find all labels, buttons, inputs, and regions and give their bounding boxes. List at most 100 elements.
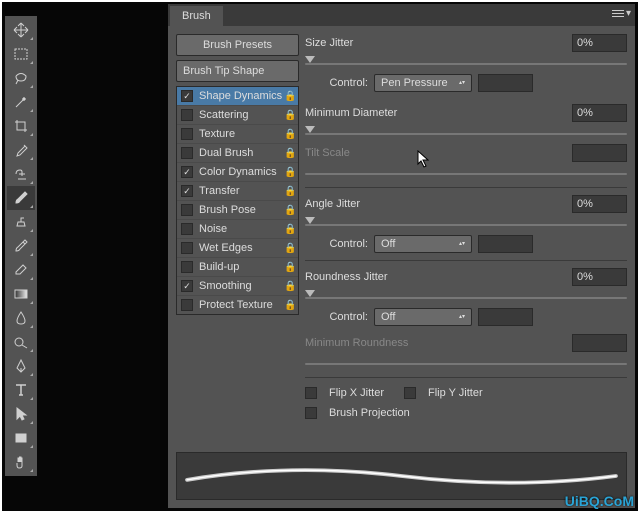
size-jitter-control-extra <box>478 74 533 92</box>
brush-option-protect-texture[interactable]: Protect Texture🔒 <box>177 296 298 314</box>
tilt-scale-slider <box>305 166 627 178</box>
flip-x-jitter-checkbox[interactable] <box>305 387 317 399</box>
lock-icon[interactable]: 🔒 <box>284 281 294 291</box>
brush-panel: Brush ▾ Brush Presets Brush Tip Shape Sh… <box>168 4 635 508</box>
lock-icon[interactable]: 🔒 <box>284 110 294 120</box>
brush-option-label: Scattering <box>199 109 284 121</box>
history-brush-tool[interactable] <box>7 234 35 258</box>
lock-icon[interactable]: 🔒 <box>284 300 294 310</box>
path-selection-tool[interactable] <box>7 402 35 426</box>
brush-option-transfer[interactable]: Transfer🔒 <box>177 182 298 201</box>
brush-option-label: Brush Pose <box>199 204 284 216</box>
brush-option-texture[interactable]: Texture🔒 <box>177 125 298 144</box>
brush-options-list: Shape Dynamics🔒Scattering🔒Texture🔒Dual B… <box>176 86 299 315</box>
brush-option-checkbox[interactable] <box>181 109 193 121</box>
brush-option-dual-brush[interactable]: Dual Brush🔒 <box>177 144 298 163</box>
brush-option-checkbox[interactable] <box>181 261 193 273</box>
roundness-jitter-control-extra <box>478 308 533 326</box>
brush-option-checkbox[interactable] <box>181 204 193 216</box>
blur-tool[interactable] <box>7 306 35 330</box>
brush-projection-checkbox[interactable] <box>305 407 317 419</box>
lock-icon[interactable]: 🔒 <box>284 129 294 139</box>
lasso-tool[interactable] <box>7 66 35 90</box>
brush-option-label: Texture <box>199 128 284 140</box>
lock-icon[interactable]: 🔒 <box>284 205 294 215</box>
gradient-tool[interactable] <box>7 282 35 306</box>
magic-wand-tool[interactable] <box>7 90 35 114</box>
brush-option-label: Shape Dynamics <box>199 90 284 102</box>
brush-option-color-dynamics[interactable]: Color Dynamics🔒 <box>177 163 298 182</box>
dodge-tool[interactable] <box>7 330 35 354</box>
tools-panel <box>5 16 37 476</box>
move-tool[interactable] <box>7 18 35 42</box>
lock-icon[interactable]: 🔒 <box>284 224 294 234</box>
min-diameter-label: Minimum Diameter <box>305 107 566 119</box>
angle-jitter-label: Angle Jitter <box>305 198 566 210</box>
roundness-jitter-slider[interactable] <box>305 290 627 302</box>
brush-option-label: Color Dynamics <box>199 166 284 178</box>
healing-brush-tool[interactable] <box>7 162 35 186</box>
clone-stamp-tool[interactable] <box>7 210 35 234</box>
lock-icon[interactable]: 🔒 <box>284 243 294 253</box>
brush-presets-button[interactable]: Brush Presets <box>176 34 299 56</box>
crop-tool[interactable] <box>7 114 35 138</box>
size-jitter-control-dropdown[interactable]: Pen Pressure▴▾ <box>374 74 472 92</box>
roundness-jitter-label: Roundness Jitter <box>305 271 566 283</box>
size-jitter-slider[interactable] <box>305 56 627 68</box>
eyedropper-tool[interactable] <box>7 138 35 162</box>
panel-menu-icon[interactable]: ▾ <box>612 8 631 19</box>
brush-option-noise[interactable]: Noise🔒 <box>177 220 298 239</box>
min-roundness-value <box>572 334 627 352</box>
brush-tool[interactable] <box>7 186 35 210</box>
brush-option-checkbox[interactable] <box>181 242 193 254</box>
brush-option-checkbox[interactable] <box>181 147 193 159</box>
brush-option-checkbox[interactable] <box>181 166 193 178</box>
control-label: Control: <box>323 238 368 250</box>
lock-icon[interactable]: 🔒 <box>284 91 294 101</box>
brush-option-checkbox[interactable] <box>181 223 193 235</box>
rect-marquee-tool[interactable] <box>7 42 35 66</box>
brush-option-checkbox[interactable] <box>181 90 193 102</box>
brush-projection-label: Brush Projection <box>329 407 410 419</box>
size-jitter-value[interactable]: 0% <box>572 34 627 52</box>
brush-option-label: Smoothing <box>199 280 284 292</box>
brush-option-label: Dual Brush <box>199 147 284 159</box>
brush-option-wet-edges[interactable]: Wet Edges🔒 <box>177 239 298 258</box>
brush-option-checkbox[interactable] <box>181 128 193 140</box>
brush-option-scattering[interactable]: Scattering🔒 <box>177 106 298 125</box>
rectangle-tool[interactable] <box>7 426 35 450</box>
angle-jitter-value[interactable]: 0% <box>572 195 627 213</box>
brush-option-checkbox[interactable] <box>181 280 193 292</box>
eraser-tool[interactable] <box>7 258 35 282</box>
brush-tip-shape-button[interactable]: Brush Tip Shape <box>176 60 299 82</box>
type-tool[interactable] <box>7 378 35 402</box>
brush-option-label: Protect Texture <box>199 299 284 311</box>
brush-option-smoothing[interactable]: Smoothing🔒 <box>177 277 298 296</box>
lock-icon[interactable]: 🔒 <box>284 186 294 196</box>
pen-tool[interactable] <box>7 354 35 378</box>
lock-icon[interactable]: 🔒 <box>284 148 294 158</box>
brush-stroke-preview <box>176 452 627 500</box>
brush-option-label: Build-up <box>199 261 284 273</box>
hand-tool[interactable] <box>7 450 35 474</box>
flip-y-jitter-checkbox[interactable] <box>404 387 416 399</box>
min-diameter-slider[interactable] <box>305 126 627 138</box>
roundness-jitter-value[interactable]: 0% <box>572 268 627 286</box>
brush-option-checkbox[interactable] <box>181 185 193 197</box>
min-diameter-value[interactable]: 0% <box>572 104 627 122</box>
tab-brush[interactable]: Brush <box>170 6 223 26</box>
lock-icon[interactable]: 🔒 <box>284 167 294 177</box>
brush-option-brush-pose[interactable]: Brush Pose🔒 <box>177 201 298 220</box>
tilt-scale-label: Tilt Scale <box>305 147 566 159</box>
brush-option-build-up[interactable]: Build-up🔒 <box>177 258 298 277</box>
angle-jitter-control-dropdown[interactable]: Off▴▾ <box>374 235 472 253</box>
tilt-scale-value <box>572 144 627 162</box>
brush-option-label: Noise <box>199 223 284 235</box>
angle-jitter-slider[interactable] <box>305 217 627 229</box>
watermark-text-2: UiBQ.CoM <box>565 493 634 509</box>
brush-option-shape-dynamics[interactable]: Shape Dynamics🔒 <box>177 87 298 106</box>
roundness-jitter-control-dropdown[interactable]: Off▴▾ <box>374 308 472 326</box>
lock-icon[interactable]: 🔒 <box>284 262 294 272</box>
flip-x-jitter-label: Flip X Jitter <box>329 387 384 399</box>
brush-option-checkbox[interactable] <box>181 299 193 311</box>
